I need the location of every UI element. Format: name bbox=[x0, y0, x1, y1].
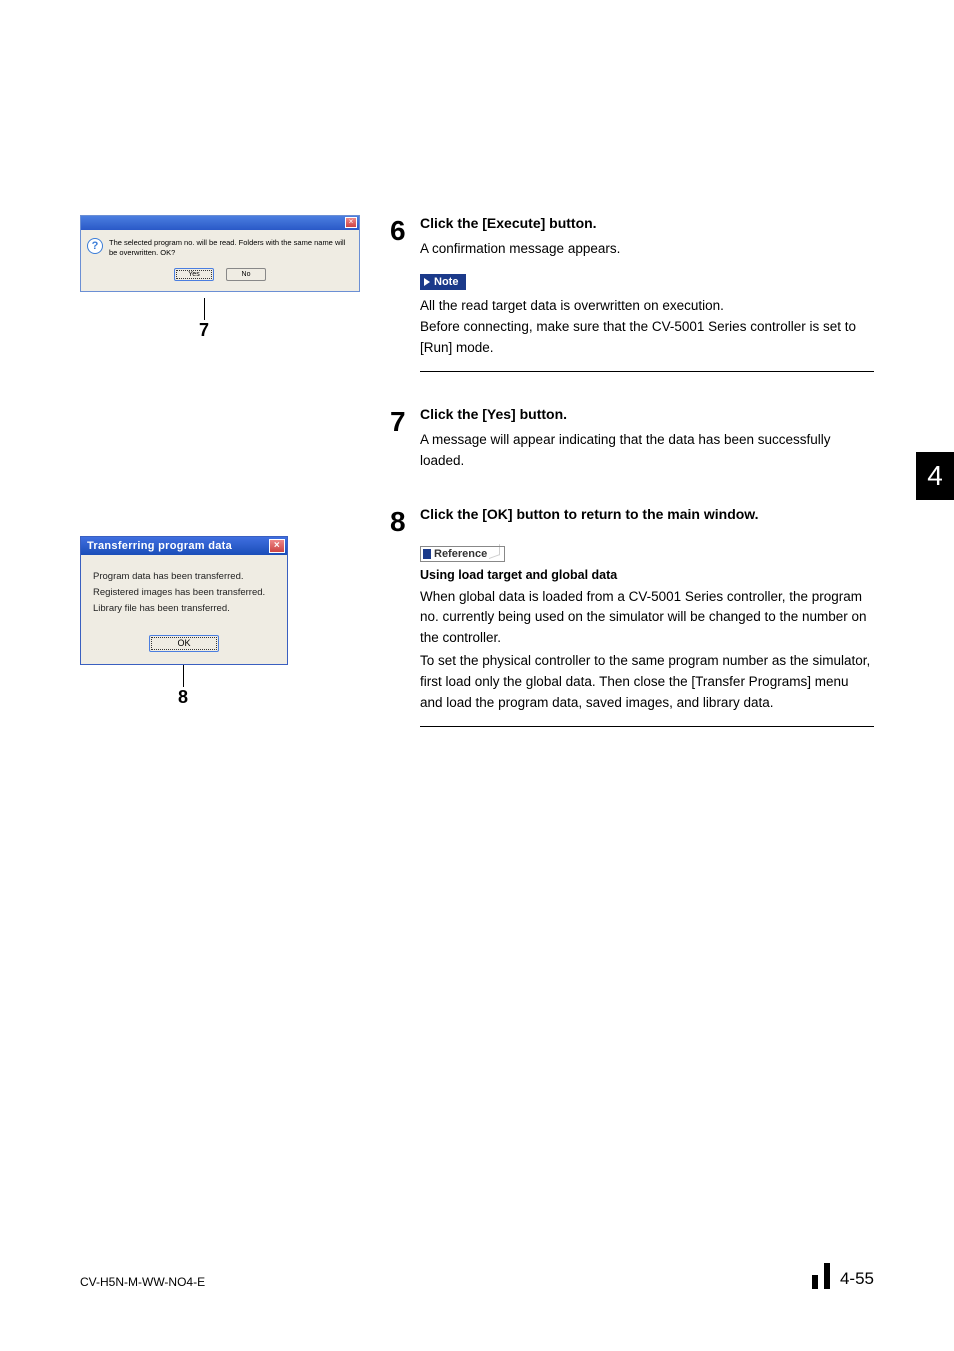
divider bbox=[420, 371, 874, 372]
no-button[interactable]: No bbox=[226, 268, 266, 281]
confirm-dialog: × ? The selected program no. will be rea… bbox=[80, 215, 360, 292]
close-icon[interactable]: × bbox=[345, 217, 357, 228]
footer-mark-icon bbox=[824, 1263, 830, 1289]
transfer-line-3: Library file has been transferred. bbox=[93, 601, 275, 617]
transfer-line-2: Registered images has been transferred. bbox=[93, 585, 275, 601]
page-content: × ? The selected program no. will be rea… bbox=[80, 215, 874, 757]
ok-button[interactable]: OK bbox=[149, 635, 219, 652]
callout-line bbox=[183, 665, 184, 687]
reference-paragraph-2: To set the physical controller to the sa… bbox=[420, 651, 874, 714]
transfer-dialog: Transferring program data × Program data… bbox=[80, 536, 288, 665]
reference-heading: Using load target and global data bbox=[420, 568, 874, 582]
step-7-text: A message will appear indicating that th… bbox=[420, 430, 874, 472]
step-number-8: 8 bbox=[390, 506, 420, 728]
note-label: Note bbox=[420, 274, 466, 290]
reference-paragraph-1: When global data is loaded from a CV-500… bbox=[420, 587, 874, 650]
step-8-heading: Click the [OK] button to return to the m… bbox=[420, 506, 874, 522]
confirm-dialog-message: The selected program no. will be read. F… bbox=[109, 238, 353, 258]
close-icon[interactable]: × bbox=[269, 539, 285, 553]
divider bbox=[420, 726, 874, 727]
yes-button[interactable]: Yes bbox=[174, 268, 214, 281]
transfer-dialog-titlebar: Transferring program data × bbox=[81, 537, 287, 555]
reference-label: Reference bbox=[420, 546, 505, 562]
transfer-line-1: Program data has been transferred. bbox=[93, 569, 275, 585]
transfer-dialog-title: Transferring program data bbox=[87, 540, 232, 552]
step-6-note-line-2: Before connecting, make sure that the CV… bbox=[420, 317, 874, 359]
page-footer: CV-H5N-M-WW-NO4-E 4-55 bbox=[80, 1263, 874, 1289]
step-6-heading: Click the [Execute] button. bbox=[420, 215, 874, 231]
step-6-text: A confirmation message appears. bbox=[420, 239, 874, 260]
chapter-tab: 4 bbox=[916, 452, 954, 500]
step-number-6: 6 bbox=[390, 215, 420, 372]
question-icon: ? bbox=[87, 238, 103, 254]
page-number: 4-55 bbox=[840, 1269, 874, 1289]
step-7-heading: Click the [Yes] button. bbox=[420, 406, 874, 422]
callout-number-7: 7 bbox=[196, 320, 212, 341]
footer-doc-id: CV-H5N-M-WW-NO4-E bbox=[80, 1275, 205, 1289]
callout-number-8: 8 bbox=[175, 687, 191, 708]
callout-line bbox=[204, 298, 205, 320]
step-number-7: 7 bbox=[390, 406, 420, 472]
confirm-dialog-titlebar: × bbox=[81, 216, 359, 230]
footer-mark-icon bbox=[812, 1275, 818, 1289]
step-6-note-line-1: All the read target data is overwritten … bbox=[420, 296, 874, 317]
